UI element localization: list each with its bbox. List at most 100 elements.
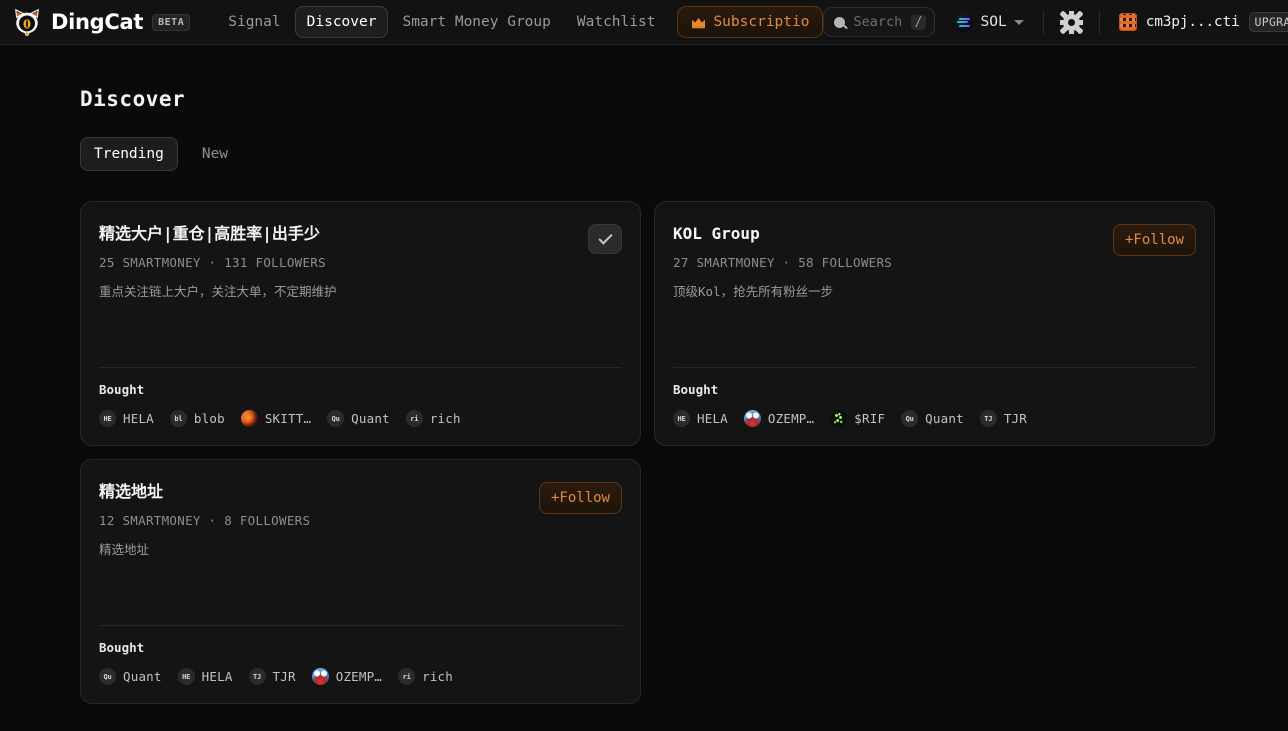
search-shortcut-key: / [911,15,927,30]
page-content: Discover Trending New 精选大户|重仓|高胜率|出手少 25… [0,45,1288,704]
token-chip[interactable]: ri rich [398,668,453,685]
search-icon [834,17,845,28]
solana-icon [954,13,973,32]
token-name: Quant [925,411,964,426]
token-name: OZEMP… [768,411,814,426]
token-name: TJR [1004,411,1027,426]
chain-selector[interactable]: SOL [945,7,1032,38]
token-chip[interactable]: HE HELA [673,410,728,427]
token-name: blob [194,411,225,426]
card-description: 顶级Kol，抢先所有粉丝一步 [673,283,892,302]
token-chip[interactable]: TJ TJR [980,410,1027,427]
token-chip[interactable]: $RIF [830,410,885,427]
token-avatar: ri [398,668,415,685]
token-name: rich [422,669,453,684]
token-chip[interactable]: Qu Quant [99,668,162,685]
token-avatar: TJ [980,410,997,427]
dingcat-logo-icon [12,7,42,37]
bought-token-list: HE HELA OZEMP… $RIF Qu Quant [673,410,1196,427]
search-input[interactable]: Search / [823,7,935,37]
token-chip[interactable]: HE HELA [99,410,154,427]
card-divider [99,625,622,626]
beta-badge: BETA [152,14,190,31]
token-name: Quant [123,669,162,684]
card-title: 精选大户|重仓|高胜率|出手少 [99,224,337,245]
card-meta: 25 SMARTMONEY · 131 FOLLOWERS [99,255,337,270]
discover-card-grid: 精选大户|重仓|高胜率|出手少 25 SMARTMONEY · 131 FOLL… [80,201,1215,704]
tab-new[interactable]: New [188,137,242,171]
card-title: KOL Group [673,224,892,245]
token-chip[interactable]: Qu Quant [327,410,390,427]
follow-button[interactable]: +Follow [539,482,622,514]
nav-item-discover[interactable]: Discover [295,6,389,38]
discover-tabs: Trending New [80,137,1288,171]
token-name: HELA [202,669,233,684]
card-footer: Bought Qu Quant HE HELA TJ TJR [99,625,622,685]
header-divider-3 [1099,10,1100,34]
main-nav: Signal Discover Smart Money Group Watchl… [216,6,823,38]
app-header: DingCat BETA Signal Discover Smart Money… [0,0,1288,45]
token-avatar [830,410,847,427]
subscription-button[interactable]: Subscriptio [677,6,823,38]
token-chip[interactable]: SKITT… [241,410,311,427]
card-divider [673,367,1196,368]
token-name: HELA [697,411,728,426]
token-chip[interactable]: TJ TJR [249,668,296,685]
discover-card[interactable]: 精选大户|重仓|高胜率|出手少 25 SMARTMONEY · 131 FOLL… [80,201,641,446]
token-name: SKITT… [265,411,311,426]
card-header: KOL Group 27 SMARTMONEY · 58 FOLLOWERS 顶… [673,224,1196,302]
bought-label: Bought [99,640,622,655]
token-avatar: Qu [327,410,344,427]
token-avatar [312,668,329,685]
token-chip[interactable]: bl blob [170,410,225,427]
brand[interactable]: DingCat BETA [12,7,190,37]
token-avatar: Qu [99,668,116,685]
nav-item-smart-money-group[interactable]: Smart Money Group [390,6,562,38]
card-meta: 27 SMARTMONEY · 58 FOLLOWERS [673,255,892,270]
nav-item-signal[interactable]: Signal [216,6,292,38]
check-icon [598,230,612,244]
token-avatar: ri [406,410,423,427]
tab-trending[interactable]: Trending [80,137,178,171]
token-name: $RIF [854,411,885,426]
card-title: 精选地址 [99,482,310,503]
wallet-menu[interactable]: cm3pj...cti UPGRAD [1110,7,1288,37]
header-right: Search / SOL cm3pj...cti UPGRAD [823,7,1288,38]
token-chip[interactable]: Qu Quant [901,410,964,427]
nav-item-watchlist[interactable]: Watchlist [565,6,668,38]
token-avatar: HE [673,410,690,427]
follow-button[interactable]: +Follow [1113,224,1196,256]
token-name: rich [430,411,461,426]
bought-label: Bought [99,382,622,397]
brand-name: DingCat [51,10,143,34]
discover-card[interactable]: 精选地址 12 SMARTMONEY · 8 FOLLOWERS 精选地址 +F… [80,459,641,704]
token-chip[interactable]: OZEMP… [744,410,814,427]
token-name: Quant [351,411,390,426]
token-name: HELA [123,411,154,426]
token-avatar: HE [178,668,195,685]
subscription-label: Subscriptio [713,14,809,30]
card-divider [99,367,622,368]
card-footer: Bought HE HELA OZEMP… $RIF Q [673,367,1196,427]
gear-icon [1063,14,1080,31]
crown-icon [691,16,706,29]
settings-button[interactable] [1054,8,1089,37]
token-name: TJR [273,669,296,684]
following-button[interactable] [588,224,622,254]
token-avatar: HE [99,410,116,427]
token-avatar: Qu [901,410,918,427]
upgrade-badge[interactable]: UPGRAD [1249,12,1288,32]
wallet-address: cm3pj...cti [1146,14,1240,30]
token-avatar: TJ [249,668,266,685]
token-chip[interactable]: OZEMP… [312,668,382,685]
wallet-avatar-icon [1119,13,1137,31]
chevron-down-icon [1014,20,1024,25]
discover-card[interactable]: KOL Group 27 SMARTMONEY · 58 FOLLOWERS 顶… [654,201,1215,446]
token-chip[interactable]: ri rich [406,410,461,427]
bought-label: Bought [673,382,1196,397]
token-name: OZEMP… [336,669,382,684]
search-placeholder: Search [853,14,902,30]
token-avatar [241,410,258,427]
token-chip[interactable]: HE HELA [178,668,233,685]
card-description: 重点关注链上大户，关注大单，不定期维护 [99,283,337,302]
